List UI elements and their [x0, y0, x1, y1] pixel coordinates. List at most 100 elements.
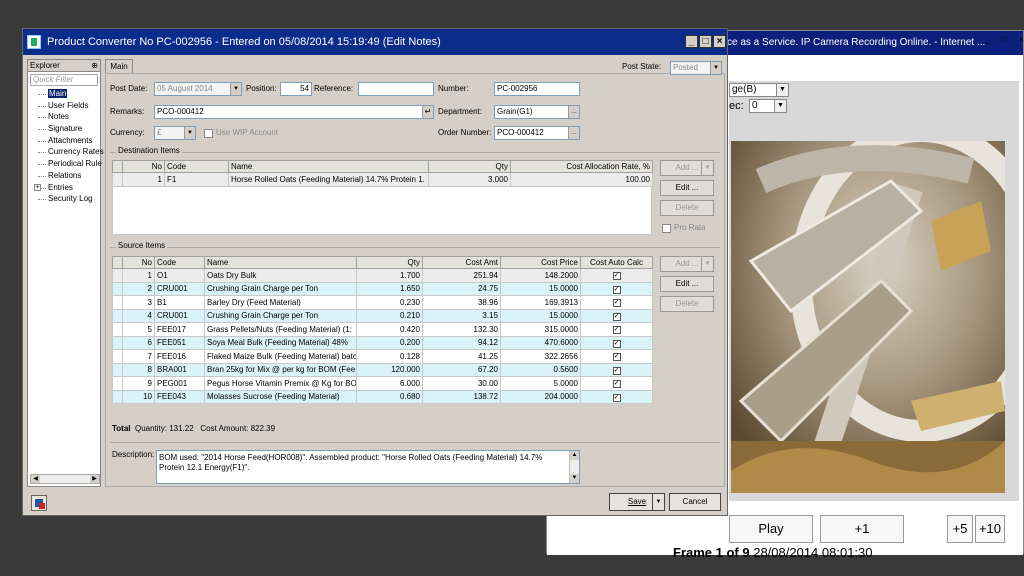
post-date-label: Post Date: — [110, 84, 148, 93]
col-code[interactable]: Code — [164, 160, 229, 173]
tree-item-notes[interactable]: Notes — [34, 111, 100, 123]
table-row[interactable]: 1 O1 Oats Dry Bulk 1.700 251.94 148.2000 ✓ — [112, 268, 653, 283]
table-row[interactable]: 5 FEE017 Grass Pellets/Nuts (Feeding Mater… — [112, 322, 653, 337]
col-no[interactable]: No — [122, 160, 165, 173]
department-field[interactable]: Grain(G1) … — [494, 105, 580, 119]
tree-item-security-log[interactable]: Security Log — [34, 193, 100, 205]
post-state-select[interactable]: Posted ▼ — [670, 61, 722, 75]
department-value: Grain(G1) — [497, 107, 533, 116]
remarks-field[interactable]: PCO-000412 ↵ — [154, 105, 434, 119]
play-button[interactable]: Play — [729, 515, 813, 543]
quick-filter-input[interactable]: Quick Filter — [30, 74, 98, 86]
chevron-down-icon[interactable]: ▼ — [652, 494, 664, 510]
maximize-icon[interactable]: □ — [699, 35, 712, 48]
ellipsis-icon[interactable]: … — [568, 106, 579, 118]
reference-field[interactable] — [358, 82, 434, 96]
pro-rata-checkbox[interactable] — [662, 224, 671, 233]
table-row[interactable]: 9 PEG001 Pegus Horse Vitamin Premix @ Kg f… — [112, 376, 653, 391]
dest-delete-button[interactable]: Delete — [660, 200, 714, 216]
plus1-button[interactable]: +1 — [820, 515, 904, 543]
tree-item-entries[interactable]: + Entries — [34, 182, 100, 194]
cost-auto-calc-checkbox[interactable]: ✓ — [612, 312, 621, 321]
tree-item-currency-rates[interactable]: Currency Rates — [34, 146, 104, 158]
chevron-down-icon: ▼ — [701, 257, 713, 271]
destination-divider — [110, 152, 720, 153]
calculator-icon[interactable] — [31, 495, 47, 511]
camera-select[interactable]: ge(B) ▼ — [729, 83, 789, 97]
col-cost-amt[interactable]: Cost Amt — [422, 256, 501, 269]
cost-auto-calc-checkbox[interactable]: ✓ — [612, 339, 621, 348]
ellipsis-icon[interactable]: … — [568, 127, 579, 139]
camera-select-value: ge(B) — [732, 84, 757, 95]
explorer-header: Explorer ⊕ — [28, 60, 100, 72]
col-name[interactable]: Name — [204, 256, 357, 269]
pro-rata-label: Pro Rata — [674, 223, 706, 232]
col-cost-allocation-rate[interactable]: Cost Allocation Rate, % — [510, 160, 653, 173]
cost-auto-calc-checkbox[interactable]: ✓ — [612, 326, 621, 335]
plus10-button[interactable]: +10 — [975, 515, 1005, 543]
description-field[interactable]: BOM used: "2014 Horse Feed(HOR008)". Ass… — [156, 450, 580, 484]
col-qty[interactable]: Qty — [356, 256, 423, 269]
tree-item-relations[interactable]: Relations — [34, 170, 100, 182]
col-code[interactable]: Code — [154, 256, 205, 269]
col-cost-auto-calc[interactable]: Cost Auto Calc — [580, 256, 653, 269]
pin-icon[interactable]: ⊕ — [91, 60, 98, 72]
cost-auto-calc-checkbox[interactable]: ✓ — [612, 353, 621, 362]
col-qty[interactable]: Qty — [428, 160, 511, 173]
source-divider — [110, 247, 720, 248]
explorer-scrollbar[interactable]: ◀ ▶ — [30, 474, 100, 484]
tree-item-attachments[interactable]: Attachments — [34, 135, 100, 147]
number-field[interactable]: PC-002956 — [494, 82, 580, 96]
cost-auto-calc-checkbox[interactable]: ✓ — [612, 366, 621, 375]
post-state-label: Post State: — [622, 62, 662, 71]
scroll-down-icon[interactable]: ▼ — [570, 474, 579, 483]
dest-edit-button[interactable]: Edit ... — [660, 180, 714, 196]
table-row[interactable]: 2 CRU001 Crushing Grain Charge per Ton 1.65… — [112, 281, 653, 296]
table-row[interactable]: 4 CRU001 Crushing Grain Charge per Ton 0.21… — [112, 308, 653, 323]
col-name[interactable]: Name — [228, 160, 429, 173]
source-delete-button[interactable]: Delete — [660, 296, 714, 312]
cost-auto-calc-checkbox[interactable]: ✓ — [612, 380, 621, 389]
minimize-icon[interactable]: _ — [685, 35, 698, 48]
table-row[interactable]: 8 BRA001 Bran 25kg for Mix @ per kg for BO… — [112, 362, 653, 377]
col-cost-price[interactable]: Cost Price — [500, 256, 581, 269]
table-row[interactable]: 1 F1 Horse Rolled Oats (Feeding Material… — [112, 172, 653, 187]
scroll-right-icon[interactable]: ▶ — [90, 475, 99, 483]
save-button[interactable]: Save ▼ — [609, 493, 665, 511]
edit-arrow-icon[interactable]: ↵ — [422, 106, 433, 118]
tab-main[interactable]: Main — [105, 59, 133, 73]
expand-icon[interactable]: + — [34, 183, 41, 191]
cost-auto-calc-checkbox[interactable]: ✓ — [612, 393, 621, 402]
description-scrollbar[interactable]: ▲ ▼ — [569, 451, 579, 483]
cost-auto-calc-checkbox[interactable]: ✓ — [612, 272, 621, 281]
currency-select[interactable]: £ ▼ — [154, 126, 196, 140]
tree-item-signature[interactable]: Signature — [34, 123, 100, 135]
dest-add-button[interactable]: Add ... ▼ — [660, 160, 714, 176]
table-row[interactable]: 6 FEE051 Soya Meal Bulk (Feeding Material)… — [112, 335, 653, 350]
cost-auto-calc-checkbox[interactable]: ✓ — [612, 285, 621, 294]
minimize-icon[interactable]: _ — [985, 35, 989, 44]
scroll-up-icon[interactable]: ▲ — [570, 451, 579, 460]
table-row[interactable]: 7 FEE016 Flaked Maize Bulk (Feeding Materi… — [112, 349, 653, 364]
scroll-left-icon[interactable]: ◀ — [31, 475, 40, 483]
chevron-down-icon: ▼ — [774, 100, 786, 112]
post-date-field[interactable]: 05 August 2014 ▼ — [154, 82, 242, 96]
close-icon[interactable]: × — [1019, 35, 1024, 44]
use-wip-checkbox[interactable] — [204, 129, 213, 138]
col-no[interactable]: No — [122, 256, 155, 269]
sec-select[interactable]: 0 ▼ — [749, 99, 787, 113]
position-field[interactable]: 54 — [280, 82, 312, 96]
source-edit-button[interactable]: Edit ... — [660, 276, 714, 292]
table-row[interactable]: 10 FEE043 Molasses Sucrose (Feeding Materi… — [112, 389, 653, 404]
tree-item-user-fields[interactable]: User Fields — [34, 100, 100, 112]
cancel-button[interactable]: Cancel — [669, 493, 721, 511]
cost-auto-calc-checkbox[interactable]: ✓ — [612, 299, 621, 308]
close-icon[interactable]: × — [713, 35, 726, 48]
maximize-icon[interactable]: □ — [1002, 35, 1007, 44]
tree-item-periodical-rule[interactable]: Periodical Rule — [34, 158, 102, 170]
table-row[interactable]: 3 B1 Barley Dry (Feed Material) 0.230 38.96 1… — [112, 295, 653, 310]
plus5-button[interactable]: +5 — [947, 515, 973, 543]
source-add-button[interactable]: Add ... ▼ — [660, 256, 714, 272]
order-number-field[interactable]: PCO-000412 … — [494, 126, 580, 140]
tree-item-main[interactable]: Main — [34, 88, 100, 100]
